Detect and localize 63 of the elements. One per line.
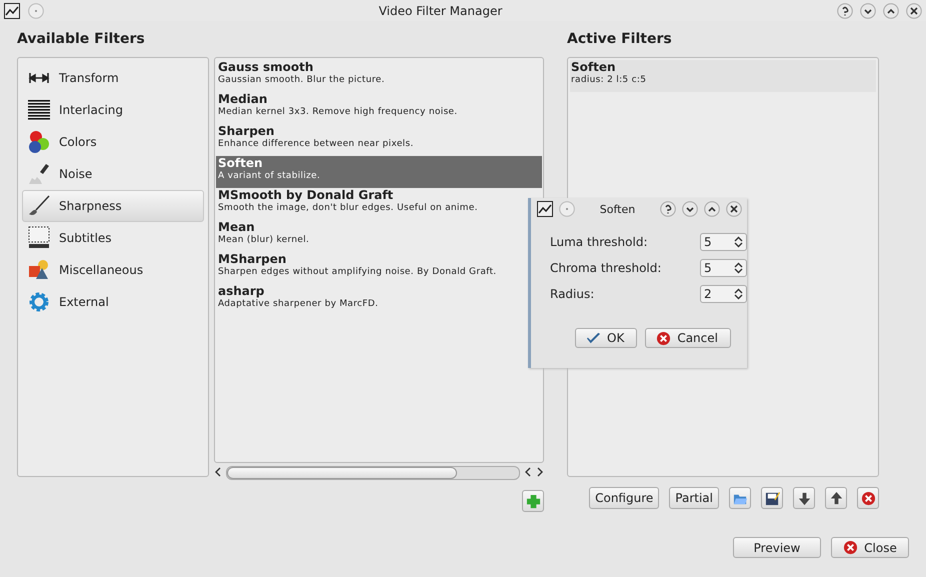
window-title: Video Filter Manager [378,4,504,18]
section-heading: Available Filters [17,31,146,49]
tool-button[interactable] [793,487,815,509]
spray-can-icon [27,162,51,186]
app-icon [4,2,20,18]
subtitle-frame-icon [27,226,51,250]
help-icon[interactable] [837,2,853,18]
field-label: Radius: [550,287,596,301]
action-button[interactable]: Configure [589,487,660,509]
down-arrow-icon [796,490,812,506]
close-icon [843,540,858,555]
action-button[interactable]: Partial [669,487,719,509]
dialog-button[interactable]: Cancel [645,328,731,348]
cancel-icon [656,330,672,346]
filter-item[interactable]: Gauss smooth Gaussian smooth. Blur the picture. [216,60,542,92]
category-item[interactable]: Interlacing [22,94,204,126]
up-arrow-icon [828,490,844,506]
dialog-title: Soften [598,202,636,216]
category-item[interactable]: External [22,286,204,318]
section-heading: Active Filters [567,31,673,49]
close-icon[interactable] [726,201,742,217]
scroll-left-icon[interactable] [524,467,532,479]
disk-pencil-icon [764,490,780,506]
gear-icon [27,290,51,314]
tool-button[interactable] [825,487,847,509]
dialog-button[interactable]: OK [575,328,638,348]
spin-box[interactable]: 5 [700,259,747,277]
stripes-icon [27,98,51,122]
category-item[interactable]: Noise [22,158,204,190]
scroll-right-icon[interactable] [536,467,544,479]
dialog-button[interactable]: Close [831,537,909,558]
category-item[interactable]: Subtitles [22,222,204,254]
spin-box[interactable]: 5 [700,233,747,251]
category-item[interactable]: Miscellaneous [22,254,204,286]
field-label: Luma threshold: [550,235,648,249]
minimize-icon[interactable] [682,201,698,217]
brush-icon [27,194,51,218]
maximize-icon[interactable] [883,2,899,18]
minimize-icon[interactable] [860,2,876,18]
maximize-icon[interactable] [704,201,720,217]
category-item[interactable]: Colors [22,126,204,158]
category-item[interactable]: Sharpness [22,190,204,222]
active-filter-item[interactable]: Soften radius: 2 l:5 c:5 [570,60,876,92]
color-balls-icon [27,130,51,154]
scroll-left-icon[interactable] [214,467,222,479]
add-button[interactable] [522,490,544,512]
remove-icon [860,490,876,506]
app-icon [537,201,553,217]
plus-icon [526,494,540,508]
field-label: Chroma threshold: [550,261,662,275]
check-icon [586,330,601,346]
filter-item[interactable]: Soften A variant of stabilize. [216,156,542,188]
filter-item[interactable]: Median Median kernel 3x3. Remove high frequency noise. [216,92,542,124]
spin-box[interactable]: 2 [700,285,747,303]
tool-button[interactable] [857,487,879,509]
horizontal-scrollbar[interactable] [226,466,520,480]
help-icon[interactable] [660,201,676,217]
filter-item[interactable]: Sharpen Enhance difference between near pixels. [216,124,542,156]
tool-button[interactable] [761,487,783,509]
shapes-icon [27,258,51,282]
close-icon[interactable] [906,2,922,18]
dialog-button[interactable]: Preview [733,537,821,558]
category-item[interactable]: Transform [22,62,204,94]
